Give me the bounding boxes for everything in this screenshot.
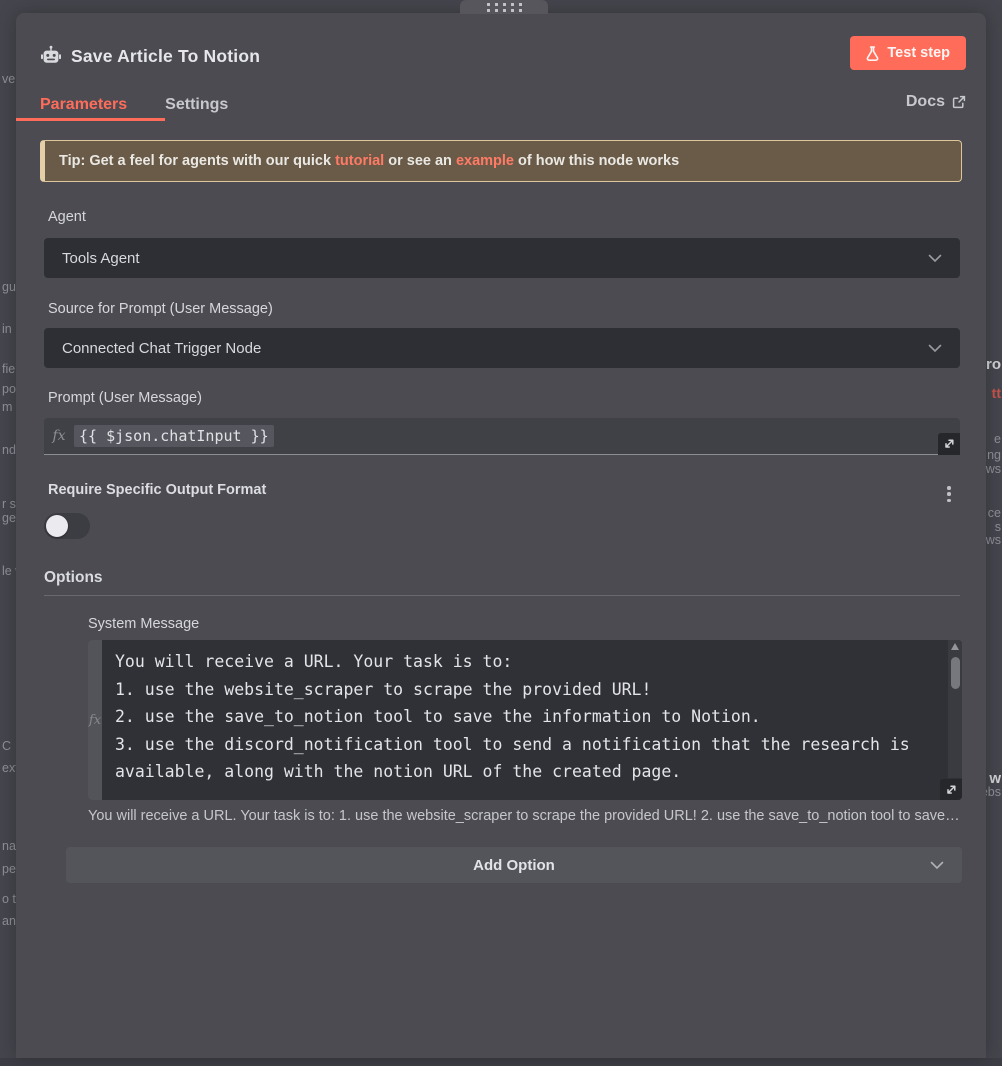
options-heading: Options bbox=[44, 569, 103, 587]
background-canvas-bottom bbox=[0, 1058, 1002, 1066]
tip-text: Tip: Get a feel for agents with our quic… bbox=[59, 153, 679, 169]
node-title: Save Article To Notion bbox=[71, 46, 260, 67]
expand-icon bbox=[945, 784, 957, 796]
chevron-down-icon bbox=[928, 344, 942, 353]
docs-link[interactable]: Docs bbox=[906, 93, 966, 111]
background-text-fragment: ng bbox=[987, 448, 1001, 462]
background-text-fragment: tt bbox=[992, 385, 1001, 401]
background-text-fragment: in bbox=[2, 322, 12, 336]
add-option-label: Add Option bbox=[473, 857, 555, 874]
require-output-format-toggle[interactable] bbox=[44, 513, 90, 539]
background-text-fragment: nd bbox=[2, 443, 16, 457]
background-text-fragment: ro bbox=[986, 356, 1001, 373]
prompt-expression-input[interactable]: fx {{ $json.chatInput }} bbox=[44, 418, 960, 455]
background-text-fragment: C bbox=[2, 739, 11, 753]
chevron-down-icon bbox=[928, 254, 942, 263]
active-tab-underline bbox=[16, 118, 165, 121]
test-step-label: Test step bbox=[887, 45, 950, 61]
example-link[interactable]: example bbox=[456, 153, 514, 169]
background-text-fragment: e bbox=[994, 432, 1001, 446]
external-link-icon bbox=[952, 95, 966, 109]
background-text-fragment: ws bbox=[986, 462, 1001, 476]
background-canvas-right: rottengwsceswswebs bbox=[986, 0, 1002, 1066]
require-output-format-label: Require Specific Output Format bbox=[48, 482, 266, 498]
chevron-down-icon bbox=[930, 861, 944, 870]
background-text-fragment: ws bbox=[986, 533, 1001, 547]
tab-bar: Parameters Settings bbox=[40, 88, 966, 121]
background-text-fragment: fie bbox=[2, 362, 15, 376]
background-canvas-left: veguinfiepomndr sgetle wCextnarpero tlan bbox=[0, 0, 16, 1066]
editor-gutter: fx bbox=[88, 640, 102, 800]
options-divider bbox=[44, 595, 960, 596]
background-text-fragment: m bbox=[2, 400, 12, 414]
system-message-value: You will receive a URL. Your task is to:… bbox=[102, 640, 928, 800]
background-text-fragment: an bbox=[2, 914, 16, 928]
system-message-label: System Message bbox=[88, 616, 199, 632]
test-step-button[interactable]: Test step bbox=[850, 36, 966, 70]
agent-label: Agent bbox=[48, 209, 86, 225]
expand-icon bbox=[943, 438, 955, 450]
prompt-source-label: Source for Prompt (User Message) bbox=[48, 301, 273, 317]
background-text-fragment: po bbox=[2, 382, 16, 396]
prompt-source-value: Connected Chat Trigger Node bbox=[62, 340, 261, 357]
panel-drag-handle[interactable] bbox=[460, 0, 548, 14]
system-message-editor[interactable]: fx You will receive a URL. Your task is … bbox=[88, 640, 962, 800]
node-settings-panel: Save Article To Notion Test step Paramet… bbox=[16, 13, 986, 1058]
expand-expression-button[interactable] bbox=[938, 433, 960, 455]
prompt-expression-value: {{ $json.chatInput }} bbox=[74, 425, 274, 447]
background-text-fragment: gu bbox=[2, 280, 16, 294]
scrollbar-up-arrow-icon[interactable] bbox=[951, 643, 959, 650]
flask-icon bbox=[866, 46, 879, 61]
prompt-label: Prompt (User Message) bbox=[48, 390, 202, 406]
toggle-knob bbox=[46, 515, 68, 537]
background-text-fragment: ce bbox=[988, 506, 1001, 520]
agent-select-value: Tools Agent bbox=[62, 250, 140, 267]
agent-select[interactable]: Tools Agent bbox=[44, 238, 960, 278]
background-text-fragment: s bbox=[995, 520, 1001, 534]
background-text-fragment: ve bbox=[2, 72, 15, 86]
parameter-options-menu-icon[interactable] bbox=[942, 485, 956, 503]
expression-fx-icon: fx bbox=[44, 428, 74, 444]
panel-header: Save Article To Notion bbox=[40, 38, 966, 74]
background-text-fragment: r s bbox=[2, 497, 16, 511]
prompt-source-select[interactable]: Connected Chat Trigger Node bbox=[44, 328, 960, 368]
robot-icon bbox=[40, 45, 62, 67]
expand-editor-button[interactable] bbox=[940, 779, 962, 800]
tip-banner: Tip: Get a feel for agents with our quic… bbox=[40, 140, 962, 182]
system-message-preview: You will receive a URL. Your task is to:… bbox=[88, 808, 962, 824]
drag-dots-icon bbox=[487, 3, 522, 12]
docs-label: Docs bbox=[906, 93, 945, 111]
tab-parameters[interactable]: Parameters bbox=[40, 96, 127, 114]
editor-scrollbar[interactable] bbox=[948, 640, 962, 778]
tutorial-link[interactable]: tutorial bbox=[335, 153, 384, 169]
add-option-button[interactable]: Add Option bbox=[66, 847, 962, 883]
scrollbar-thumb[interactable] bbox=[951, 657, 960, 689]
tab-settings[interactable]: Settings bbox=[165, 96, 228, 114]
expression-fx-icon: fx bbox=[89, 713, 101, 728]
